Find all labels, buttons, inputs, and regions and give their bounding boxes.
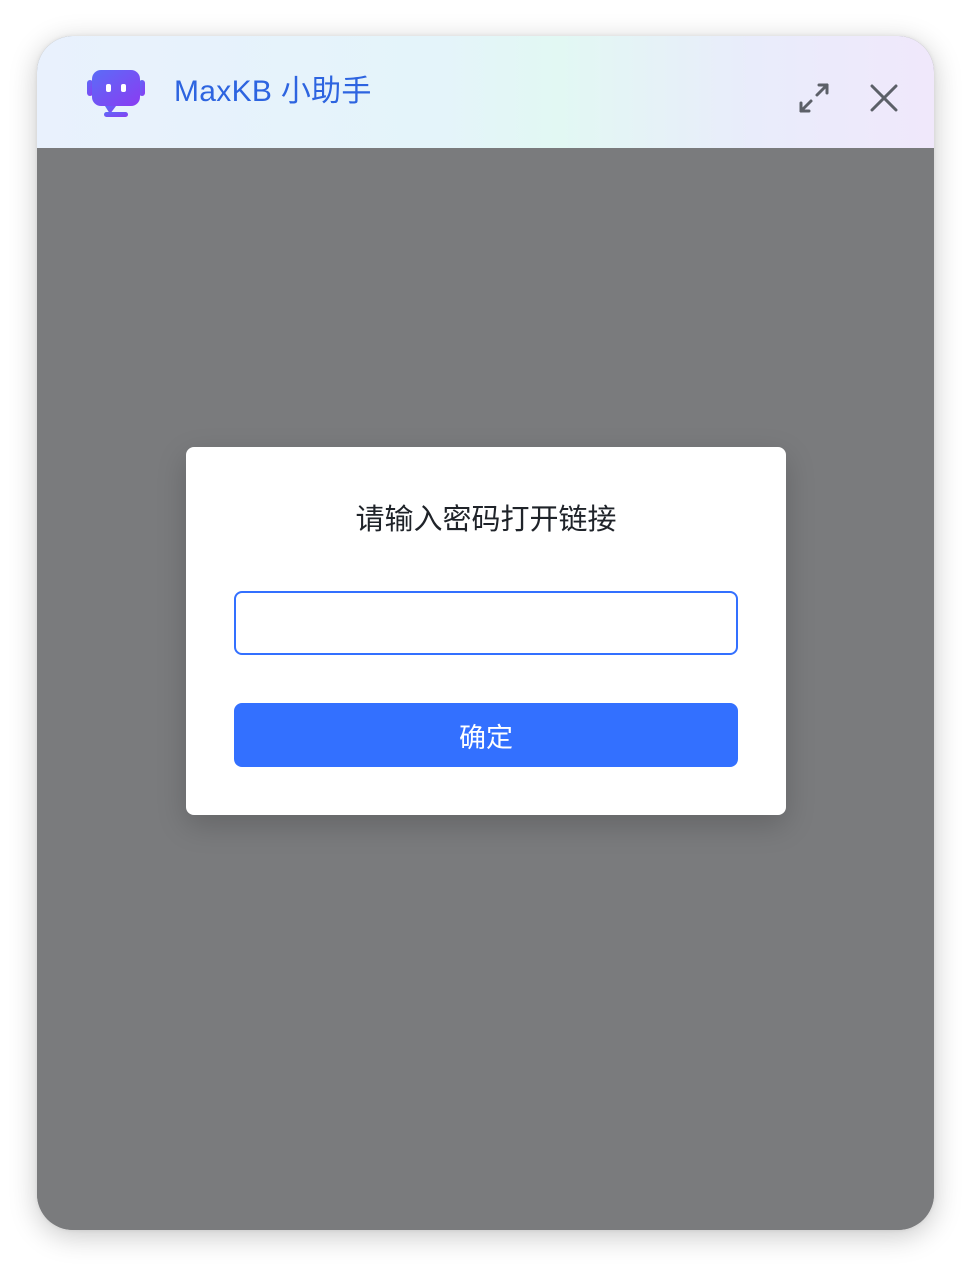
app-title: MaxKB 小助手 — [174, 75, 372, 108]
expand-arrows-icon — [799, 83, 829, 113]
close-icon — [870, 84, 898, 112]
expand-button[interactable] — [796, 80, 832, 116]
robot-chat-logo — [87, 70, 145, 117]
confirm-button[interactable]: 确定 — [234, 703, 738, 767]
dialog-title: 请输入密码打开链接 — [355, 502, 617, 536]
password-dialog: 请输入密码打开链接 确定 — [186, 447, 786, 815]
close-button[interactable] — [866, 80, 902, 116]
widget-header: MaxKB 小助手 — [37, 36, 934, 148]
password-input[interactable] — [234, 591, 738, 655]
chat-widget-window: MaxKB 小助手 请输入密码打开链接 确定 — [37, 36, 934, 1230]
